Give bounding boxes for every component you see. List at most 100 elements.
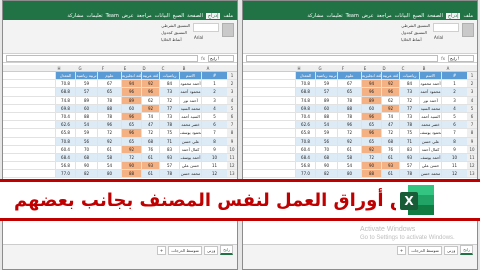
table-cell[interactable]: حسن علي — [179, 162, 201, 170]
table-cell[interactable]: 77 — [159, 104, 179, 112]
table-cell[interactable]: 70.8 — [295, 80, 315, 88]
col-header-d[interactable]: D — [135, 65, 153, 72]
table-cell[interactable]: 78 — [97, 112, 121, 121]
table-cell[interactable]: 1 — [441, 80, 467, 88]
table-cell[interactable]: 71 — [399, 137, 419, 145]
table-cell[interactable]: 78 — [159, 170, 179, 178]
table-cell[interactable]: 96 — [361, 129, 381, 137]
row-number[interactable]: 13 — [227, 170, 237, 178]
table-cell[interactable]: 59 — [315, 80, 337, 88]
table-cell[interactable]: 88 — [361, 170, 381, 178]
table-cell[interactable]: 70.4 — [55, 112, 75, 121]
tab-file[interactable]: ملف — [463, 13, 473, 19]
name-box[interactable]: رابح ! — [208, 54, 234, 62]
table-cell[interactable]: كمال أحمد — [179, 145, 201, 153]
row-number[interactable]: 2 — [227, 80, 237, 88]
row-number[interactable]: 8 — [467, 129, 477, 137]
table-cell[interactable]: 60 — [315, 104, 337, 112]
table-cell[interactable]: 92 — [361, 145, 381, 153]
table-cell[interactable]: 74 — [141, 112, 159, 121]
table-cell[interactable]: 73 — [159, 112, 179, 121]
table-cell[interactable]: 65 — [121, 137, 141, 145]
table-cell[interactable]: 96 — [361, 88, 381, 96]
table-cell[interactable]: 60.4 — [295, 145, 315, 153]
tab-review[interactable]: مراجعة — [377, 13, 392, 19]
table-cell[interactable]: 92 — [121, 145, 141, 153]
sheet-tab-2[interactable]: وزني — [203, 245, 219, 255]
table-cell[interactable]: 93 — [141, 162, 159, 170]
table-cell[interactable]: أحمد محمود — [179, 80, 201, 88]
format-table-button[interactable]: التنسيق كجدول — [161, 30, 190, 36]
column-header-cell[interactable]: تربية رياضية — [315, 72, 337, 80]
table-cell[interactable]: 90 — [75, 162, 97, 170]
table-cell[interactable]: محمود أحمد — [179, 88, 201, 96]
column-header-cell[interactable]: المعدل — [295, 72, 315, 80]
table-cell[interactable]: 72 — [121, 153, 141, 162]
row-number[interactable]: 2 — [467, 80, 477, 88]
tab-data[interactable]: البيانات — [155, 13, 170, 19]
row-number[interactable]: 13 — [467, 170, 477, 178]
table-cell[interactable]: 89 — [121, 96, 141, 104]
table-cell[interactable]: 72 — [381, 129, 399, 137]
table-cell[interactable]: 96 — [141, 88, 159, 96]
tab-team[interactable]: Team — [106, 13, 119, 19]
table-cell[interactable]: 80 — [97, 170, 121, 178]
table-cell[interactable]: 61 — [97, 145, 121, 153]
table-cell[interactable]: علي حسن — [179, 137, 201, 145]
table-cell[interactable]: 88 — [75, 112, 97, 121]
row-number[interactable]: 7 — [467, 121, 477, 129]
table-cell[interactable]: 76 — [141, 145, 159, 153]
table-cell[interactable]: 78 — [399, 121, 419, 129]
table-cell[interactable]: 78 — [97, 96, 121, 104]
table-cell[interactable]: 78 — [399, 170, 419, 178]
table-cell[interactable]: 65.8 — [55, 129, 75, 137]
table-cell[interactable]: 54 — [75, 121, 97, 129]
column-header-cell[interactable]: المعدل — [55, 72, 75, 80]
table-cell[interactable]: 77.0 — [295, 170, 315, 178]
col-header-c[interactable]: C — [153, 65, 173, 72]
tab-share[interactable]: مشاركة — [307, 13, 323, 19]
table-cell[interactable]: 68.8 — [295, 88, 315, 96]
col-header-h[interactable]: H — [289, 65, 309, 72]
row-number[interactable]: 6 — [227, 112, 237, 121]
column-header-cell[interactable]: # — [441, 72, 467, 80]
table-cell[interactable]: 88 — [97, 104, 121, 112]
table-cell[interactable]: حسن علي — [419, 162, 441, 170]
table-cell[interactable]: 96 — [121, 112, 141, 121]
row-number[interactable]: 10 — [467, 145, 477, 153]
row-number[interactable]: 3 — [467, 88, 477, 96]
column-header-cell[interactable]: لغة انجليزية — [121, 72, 141, 80]
table-cell[interactable]: 58 — [337, 153, 361, 162]
table-cell[interactable]: 90 — [121, 162, 141, 170]
row-number[interactable]: 3 — [227, 88, 237, 96]
row-number[interactable]: 8 — [227, 129, 237, 137]
table-cell[interactable]: 96 — [361, 112, 381, 121]
tab-page[interactable]: الصفحة — [427, 13, 443, 19]
table-cell[interactable]: 8 — [441, 137, 467, 145]
table-cell[interactable]: 56 — [75, 137, 97, 145]
tab-file[interactable]: ملف — [223, 13, 233, 19]
table-cell[interactable]: 82 — [315, 170, 337, 178]
table-cell[interactable]: 60.4 — [55, 145, 75, 153]
table-cell[interactable]: 12 — [201, 170, 227, 178]
table-cell[interactable]: محمد حسن — [179, 170, 201, 178]
row-number[interactable]: 5 — [227, 104, 237, 112]
tab-data[interactable]: البيانات — [395, 13, 410, 19]
table-cell[interactable]: 93 — [381, 162, 399, 170]
table-cell[interactable]: 70 — [315, 145, 337, 153]
table-cell[interactable]: 47 — [381, 121, 399, 129]
tab-home[interactable]: إدراج — [445, 12, 461, 19]
table-cell[interactable]: 70 — [75, 145, 97, 153]
row-number[interactable]: 9 — [227, 137, 237, 145]
sheet-tab-3[interactable]: متوسط الدرجات — [168, 245, 202, 255]
table-cell[interactable]: 60 — [121, 104, 141, 112]
table-cell[interactable]: 11 — [441, 162, 467, 170]
table-cell[interactable]: 60 — [361, 104, 381, 112]
table-cell[interactable]: 68 — [381, 137, 399, 145]
tab-review[interactable]: مراجعة — [137, 13, 152, 19]
table-cell[interactable]: 57 — [159, 162, 179, 170]
table-cell[interactable]: 5 — [441, 112, 467, 121]
table-cell[interactable]: 69.8 — [55, 104, 75, 112]
table-cell[interactable]: 62.6 — [55, 121, 75, 129]
table-cell[interactable]: 65 — [361, 137, 381, 145]
